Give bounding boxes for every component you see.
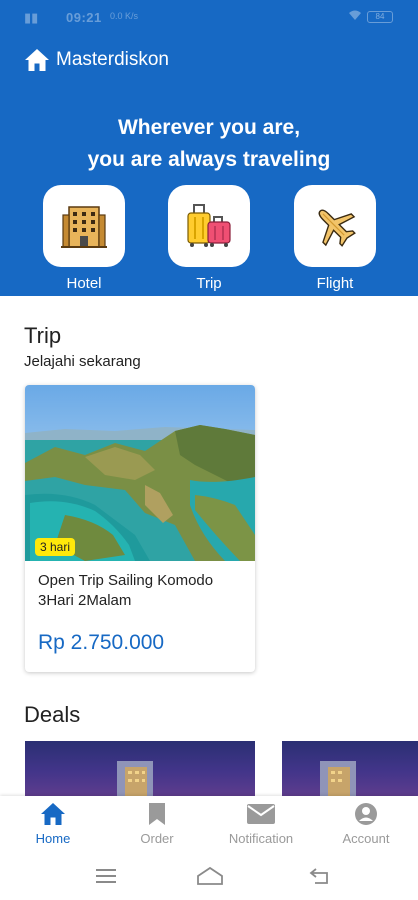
home-icon xyxy=(41,803,65,825)
category-tile[interactable] xyxy=(43,185,125,267)
menu-icon[interactable] xyxy=(95,866,117,886)
nav-home[interactable]: Home xyxy=(1,796,105,854)
airplane-icon xyxy=(318,209,356,247)
nav-label: Home xyxy=(35,831,71,846)
wifi-icon xyxy=(348,8,362,25)
signal-icon: ▮▮ xyxy=(24,10,39,25)
trip-section-title: Trip xyxy=(24,323,62,348)
deal-card[interactable] xyxy=(282,741,418,797)
deal-photo xyxy=(117,761,153,797)
bottom-nav: Home Order Notification Account xyxy=(0,796,418,854)
trip-price: Rp 2.750.000 xyxy=(38,631,165,654)
nav-account[interactable]: Account xyxy=(314,796,418,854)
home-button-icon[interactable] xyxy=(196,866,224,886)
hero-title-line2: you are always traveling xyxy=(87,148,331,171)
network-speed: 0.0 K/s xyxy=(110,11,139,21)
nav-label: Account xyxy=(342,831,390,846)
category-trip[interactable]: Trip xyxy=(167,185,251,292)
battery-icon: 84 xyxy=(367,11,393,23)
app-header: ▮▮ 09:21 0.0 K/s 84 Masterdiskon Whereve… xyxy=(0,0,418,296)
duration-badge: 3 hari xyxy=(35,538,76,556)
nav-label: Notification xyxy=(228,831,294,846)
trip-card[interactable]: 3 hari Open Trip Sailing Komodo 3Hari 2M… xyxy=(25,385,255,672)
luggage-icon xyxy=(187,204,231,247)
category-label: Flight xyxy=(316,275,354,292)
hero-title-line1: Wherever you are, xyxy=(117,116,301,139)
deal-photo xyxy=(320,761,356,797)
trip-photo xyxy=(25,385,255,561)
nav-order[interactable]: Order xyxy=(105,796,209,854)
deal-card[interactable] xyxy=(25,741,255,797)
system-nav-bar xyxy=(0,854,418,900)
nav-label: Order xyxy=(140,831,174,846)
hotel-icon xyxy=(61,206,107,248)
trip-section-subtitle: Jelajahi sekarang xyxy=(24,353,141,370)
home-icon xyxy=(25,49,49,71)
category-hotel[interactable]: Hotel xyxy=(42,185,126,292)
back-icon[interactable] xyxy=(309,866,331,886)
status-time: 09:21 xyxy=(66,10,102,25)
category-tile[interactable] xyxy=(294,185,376,267)
status-bar: ▮▮ 09:21 0.0 K/s 84 xyxy=(0,0,418,36)
brand[interactable]: Masterdiskon xyxy=(24,48,169,72)
deals-section-title: Deals xyxy=(24,702,81,727)
category-label: Trip xyxy=(196,275,222,292)
category-tile[interactable] xyxy=(168,185,250,267)
trip-name: Open Trip Sailing Komodo 3Hari 2Malam xyxy=(38,572,214,609)
bookmark-icon xyxy=(149,803,165,825)
category-label: Hotel xyxy=(66,275,102,292)
mail-icon xyxy=(247,804,275,824)
account-icon xyxy=(355,803,377,825)
brand-name: Masterdiskon xyxy=(56,49,169,70)
nav-notification[interactable]: Notification xyxy=(209,796,313,854)
category-flight[interactable]: Flight xyxy=(293,185,377,292)
